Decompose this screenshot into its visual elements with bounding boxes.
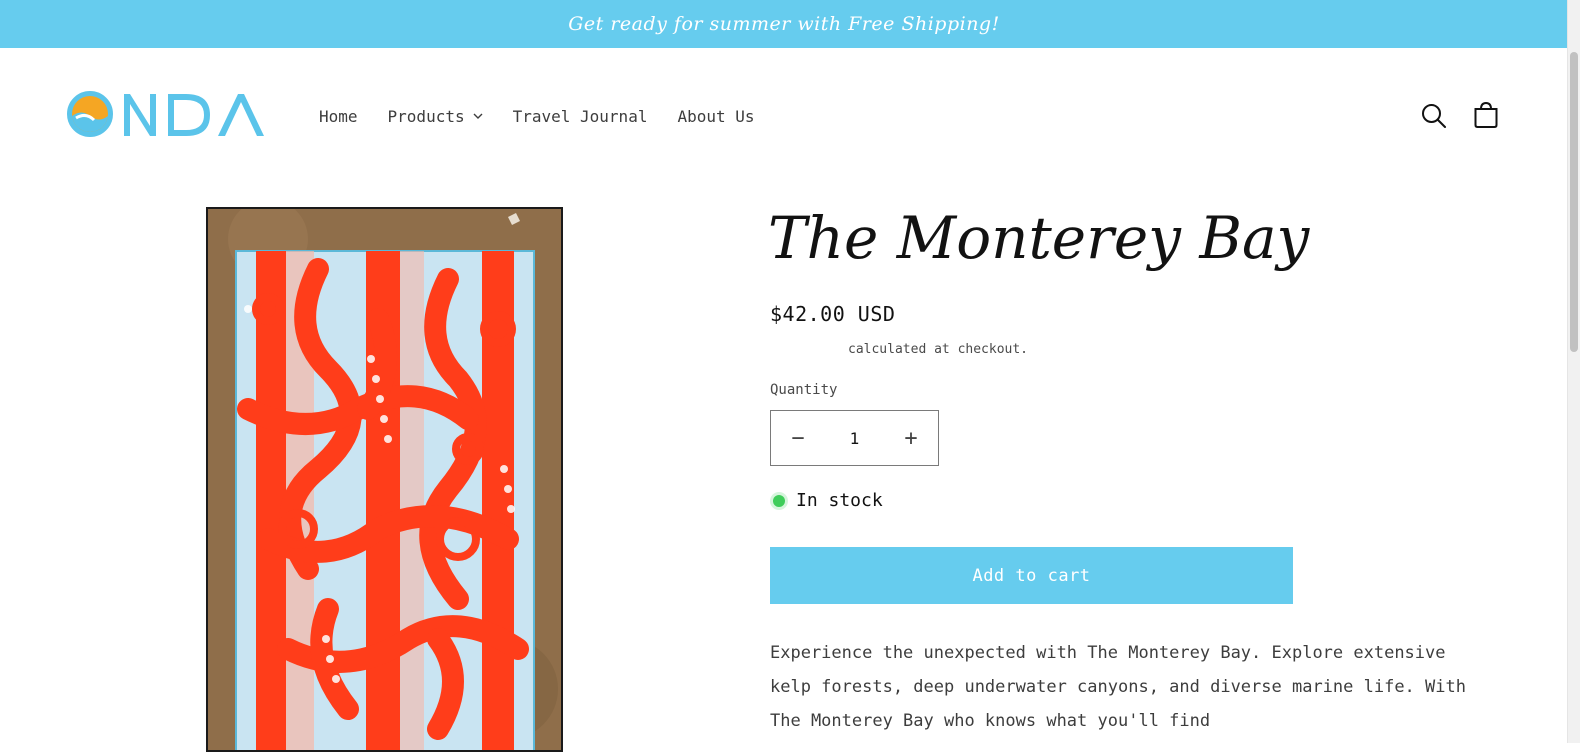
add-to-cart-button[interactable]: Add to cart: [770, 547, 1293, 604]
quantity-stepper: − +: [770, 410, 939, 466]
scrollbar[interactable]: [1567, 0, 1580, 743]
chevron-down-icon: [473, 112, 483, 120]
nav-travel-journal[interactable]: Travel Journal: [498, 104, 663, 128]
stock-status: In stock: [770, 490, 883, 511]
scrollbar-thumb[interactable]: [1570, 52, 1578, 352]
nav-about-us[interactable]: About Us: [662, 104, 769, 128]
nav-home[interactable]: Home: [304, 104, 373, 128]
stock-status-text: In stock: [796, 490, 883, 511]
brand-logo[interactable]: [66, 88, 266, 140]
onda-logo-icon: [67, 91, 264, 137]
nav-home-label: Home: [319, 106, 358, 126]
cart-icon[interactable]: [1472, 101, 1500, 129]
nav-travel-journal-label: Travel Journal: [512, 106, 648, 126]
in-stock-icon: [773, 494, 785, 507]
nav-products[interactable]: Products: [373, 104, 498, 128]
product-title: The Monterey Bay: [768, 204, 1310, 272]
announcement-bar: Get ready for summer with Free Shipping!: [0, 0, 1568, 48]
main-nav: Home Products Travel Journal About Us: [304, 104, 770, 128]
nav-products-label: Products: [387, 106, 465, 126]
quantity-label: Quantity: [770, 382, 838, 398]
announcement-text: Get ready for summer with Free Shipping!: [568, 13, 1000, 35]
decrease-quantity-button[interactable]: −: [771, 411, 825, 465]
nav-about-us-label: About Us: [677, 106, 755, 126]
octopus-towel-image: [208, 209, 561, 750]
search-icon[interactable]: [1420, 102, 1448, 130]
product-image[interactable]: [206, 207, 563, 752]
product-price: $42.00 USD: [770, 302, 896, 326]
increase-quantity-button[interactable]: +: [884, 411, 938, 465]
product-description: Experience the unexpected with The Monte…: [770, 643, 1466, 731]
quantity-input[interactable]: [825, 427, 884, 449]
tax-note: calculated at checkout.: [848, 342, 1029, 357]
